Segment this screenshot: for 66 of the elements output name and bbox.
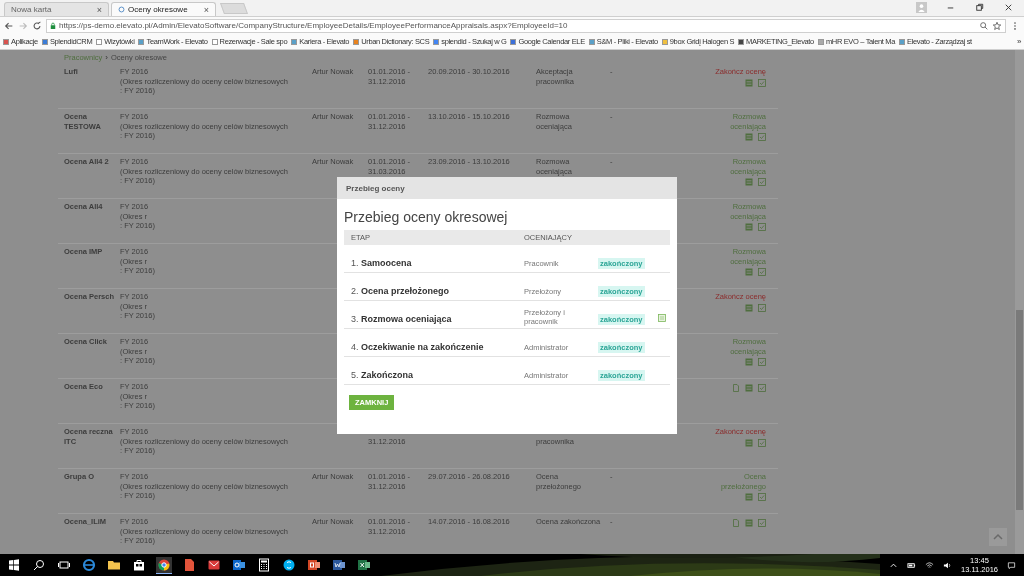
checkbox-icon[interactable]: [758, 133, 766, 141]
store-icon[interactable]: [131, 557, 147, 573]
checkbox-icon[interactable]: [758, 438, 766, 447]
browser-tab[interactable]: Nowa karta ×: [4, 2, 109, 16]
checkbox-icon[interactable]: [758, 519, 766, 527]
close-icon[interactable]: [1003, 2, 1014, 13]
search-icon[interactable]: [31, 557, 47, 573]
spreadsheet-icon[interactable]: [356, 557, 372, 573]
list-icon[interactable]: [745, 303, 753, 312]
list-icon[interactable]: [745, 493, 753, 501]
list-icon[interactable]: [745, 438, 753, 447]
wifi-icon[interactable]: [925, 560, 934, 570]
windows-logo-icon[interactable]: [6, 557, 22, 573]
dialog-header: Przebieg oceny: [346, 183, 405, 193]
restore-icon[interactable]: [974, 2, 985, 13]
checkbox-icon[interactable]: [758, 178, 766, 186]
scroll-top-button[interactable]: [989, 528, 1007, 546]
volume-icon[interactable]: [943, 560, 952, 570]
step-name: 3. Rozmowa oceniająca: [351, 314, 452, 324]
checkbox-icon[interactable]: [758, 78, 766, 87]
tab-close-button[interactable]: ×: [203, 4, 209, 15]
checkbox-icon[interactable]: [758, 303, 766, 312]
tab-close-button[interactable]: ×: [96, 4, 102, 15]
dialog-title: Przebieg oceny okresowej: [344, 209, 509, 226]
checkbox-icon[interactable]: [758, 384, 766, 392]
checkbox-icon[interactable]: [758, 268, 766, 276]
list-icon[interactable]: [745, 78, 753, 87]
back-icon[interactable]: [4, 20, 14, 31]
list-icon[interactable]: [745, 223, 753, 231]
step-name: 2. Ocena przełożonego: [351, 286, 450, 296]
list-icon[interactable]: [745, 358, 753, 366]
user-icon[interactable]: [916, 2, 927, 13]
lock-icon: [50, 21, 56, 30]
browser-tab[interactable]: Oceny okresowe ×: [111, 2, 216, 16]
tab-title: Oceny okresowe: [128, 5, 189, 14]
reload-icon: [118, 6, 125, 13]
address-bar[interactable]: https://ps-demo.elevato.pl/Admin/ElevatoSoftware/CompanyStructure/EmployeeDetails/EmployeePerformanceAppraisals.aspx?EmployeeId=10: [46, 18, 1006, 33]
notifications-icon[interactable]: [1007, 560, 1016, 570]
breadcrumb-separator: ›: [105, 52, 109, 62]
zoom-icon[interactable]: [979, 20, 989, 31]
list-icon[interactable]: [745, 133, 753, 141]
mail-app-icon[interactable]: [231, 557, 247, 573]
step-name: 5. Zakończona: [351, 370, 414, 380]
checkbox-icon[interactable]: [758, 223, 766, 231]
list-icon[interactable]: [745, 268, 753, 276]
calculator-icon[interactable]: [256, 557, 272, 573]
chrome-icon[interactable]: [156, 556, 172, 574]
more-bookmarks-button[interactable]: »: [1016, 37, 1021, 46]
new-tab-button[interactable]: [220, 2, 248, 14]
step-name: 1. Samoocena: [351, 258, 412, 268]
scrollbar[interactable]: [1015, 50, 1024, 554]
step-name: 4. Oczekiwanie na zakończenie: [351, 342, 484, 352]
checkbox-icon[interactable]: [758, 358, 766, 366]
battery-icon[interactable]: [907, 560, 916, 570]
list-icon[interactable]: [745, 519, 753, 527]
note-icon[interactable]: [658, 314, 666, 322]
star-icon[interactable]: [992, 20, 1002, 31]
list-icon[interactable]: [745, 178, 753, 186]
reload-icon[interactable]: [32, 20, 42, 31]
tab-title: Nowa karta: [11, 5, 53, 14]
list-icon[interactable]: [745, 384, 753, 392]
checkbox-icon[interactable]: [758, 493, 766, 501]
chat-icon[interactable]: [281, 557, 297, 573]
text-document-icon[interactable]: [331, 557, 347, 573]
presentation-icon[interactable]: [306, 557, 322, 573]
browser-icon[interactable]: [81, 557, 97, 573]
